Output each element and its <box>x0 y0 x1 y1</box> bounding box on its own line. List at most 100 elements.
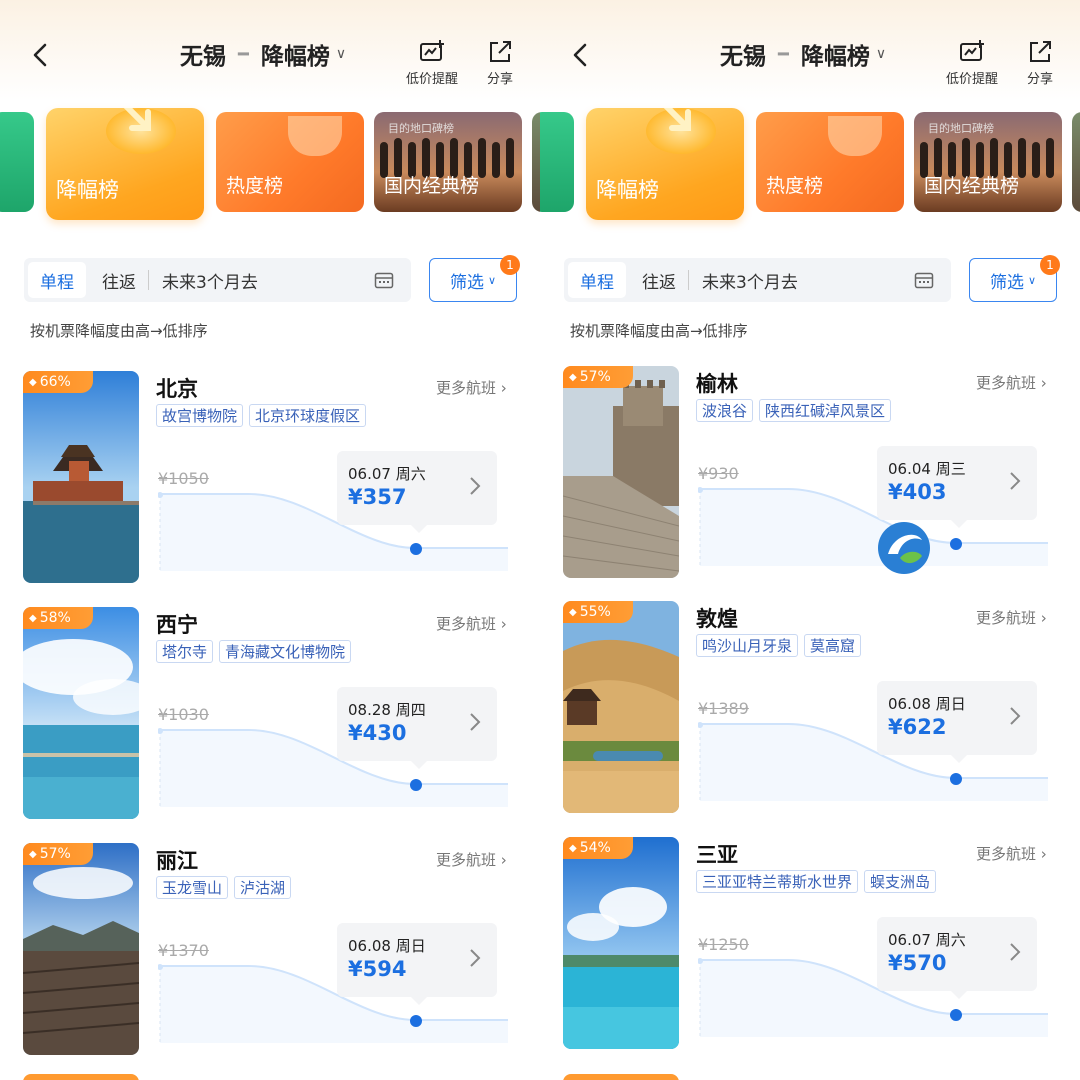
cup-icon <box>288 116 342 156</box>
destination-image <box>563 366 679 578</box>
date-range-selector[interactable]: 未来3个月去 <box>702 262 798 298</box>
board-name: 降幅榜 <box>800 44 870 70</box>
attraction-tags: 故宫博物院 北京环球度假区 <box>156 404 367 427</box>
destination-card[interactable]: ◆ 57% 榆林 更多航班 › 波浪谷 陕西红碱淖风景区 ¥930 06.04 周… <box>540 366 1080 582</box>
attraction-tags: 波浪谷 陕西红碱淖风景区 <box>696 399 892 422</box>
chevron-right-icon <box>470 949 481 967</box>
watermark-logo-icon <box>878 522 930 574</box>
lowest-price-bubble[interactable]: 06.08 周日 ¥622 <box>877 681 1037 763</box>
flight-date: 08.28 周四 <box>348 701 426 719</box>
rank-tab-next[interactable] <box>532 112 540 212</box>
destination-image <box>23 843 139 1055</box>
price-alert-button[interactable]: 低价提醒 <box>406 38 458 87</box>
calendar-icon[interactable] <box>374 271 394 289</box>
destination-card[interactable]: ◆ 57% 丽江 更多航班 › 玉龙雪山 泸沽湖 ¥1370 06.08 周日 ¥… <box>0 843 540 1059</box>
flight-date: 06.08 周日 <box>348 937 426 955</box>
date-range-selector[interactable]: 未来3个月去 <box>162 262 258 298</box>
origin-city: 无锡 <box>180 44 226 70</box>
more-flights-link[interactable]: 更多航班 › <box>436 849 507 870</box>
round-trip-tab[interactable]: 往返 <box>90 262 148 298</box>
destination-photo[interactable]: ◆ 57% <box>23 843 139 1055</box>
attraction-tag[interactable]: 北京环球度假区 <box>249 404 367 427</box>
flight-date: 06.04 周三 <box>888 460 966 478</box>
price-alert-button[interactable]: 低价提醒 <box>946 38 998 87</box>
chevron-right-icon <box>1010 707 1021 725</box>
lowest-price-bubble[interactable]: 06.04 周三 ¥403 <box>877 446 1037 528</box>
attraction-tag[interactable]: 塔尔寺 <box>156 640 214 663</box>
destination-card[interactable]: ◆ 54% 三亚 更多航班 › 三亚亚特兰蒂斯水世界 蜈支洲岛 ¥1250 06.… <box>540 837 1080 1053</box>
gem-icon: ◆ <box>569 371 577 383</box>
drop-percent-badge: ◆ 66% <box>23 371 93 393</box>
share-icon <box>1030 41 1051 62</box>
lowest-price: ¥622 <box>888 715 947 739</box>
rank-tab-previous[interactable] <box>540 112 574 212</box>
drop-percent-badge: ◆ 57% <box>563 366 633 388</box>
more-flights-link[interactable]: 更多航班 › <box>436 613 507 634</box>
rank-tab-classic[interactable]: 目的地口碑榜 国内经典榜 <box>374 112 522 212</box>
rank-tab-classic[interactable]: 目的地口碑榜 国内经典榜 <box>914 112 1062 212</box>
rank-tab-label: 热度榜 <box>226 175 284 197</box>
gem-icon: ◆ <box>29 612 37 624</box>
one-way-tab[interactable]: 单程 <box>568 262 626 298</box>
share-label: 分享 <box>486 72 513 87</box>
attraction-tag[interactable]: 波浪谷 <box>696 399 754 422</box>
round-trip-tab[interactable]: 往返 <box>630 262 688 298</box>
attraction-tag[interactable]: 莫高窟 <box>804 634 862 657</box>
rank-tab-drop[interactable]: 降幅榜 <box>586 108 744 220</box>
destination-photo[interactable]: ◆ 54% <box>563 837 679 1049</box>
flight-date: 06.07 周六 <box>888 931 966 949</box>
share-button[interactable]: 分享 <box>486 38 514 87</box>
attraction-tag[interactable]: 三亚亚特兰蒂斯水世界 <box>696 870 859 893</box>
attraction-tag[interactable]: 青海藏文化博物院 <box>219 640 352 663</box>
destination-card[interactable]: ◆ 66% 北京 更多航班 › 故宫博物院 北京环球度假区 ¥1050 06.07… <box>0 371 540 587</box>
destination-photo[interactable]: ◆ 55% <box>563 601 679 813</box>
attraction-tags: 鸣沙山月牙泉 莫高窟 <box>696 634 862 657</box>
back-button[interactable] <box>26 40 56 70</box>
board-selector[interactable]: 无锡 ━ 降幅榜 ∨ <box>720 36 886 72</box>
attraction-tag[interactable]: 陕西红碱淖风景区 <box>759 399 892 422</box>
chevron-down-icon: ∨ <box>1027 273 1037 287</box>
share-button[interactable]: 分享 <box>1026 38 1054 87</box>
gem-icon: ◆ <box>29 848 37 860</box>
lowest-price-bubble[interactable]: 06.08 周日 ¥594 <box>337 923 497 1005</box>
gem-icon: ◆ <box>569 606 577 618</box>
lowest-price-bubble[interactable]: 08.28 周四 ¥430 <box>337 687 497 769</box>
more-flights-link[interactable]: 更多航班 › <box>976 843 1047 864</box>
more-flights-link[interactable]: 更多航班 › <box>976 607 1047 628</box>
destination-photo[interactable]: ◆ 66% <box>23 371 139 583</box>
rank-tab-hot[interactable]: 热度榜 <box>756 112 904 212</box>
rank-tab-previous[interactable] <box>0 112 34 212</box>
rank-tab-next[interactable] <box>1072 112 1080 212</box>
destination-card[interactable]: ◆ 58% 西宁 更多航班 › 塔尔寺 青海藏文化博物院 ¥1030 08.28 … <box>0 607 540 823</box>
chevron-right-icon: › <box>1040 845 1047 863</box>
attraction-tag[interactable]: 蜈支洲岛 <box>864 870 937 893</box>
share-label: 分享 <box>1026 72 1053 87</box>
price-alert-icon <box>960 40 984 61</box>
calendar-icon[interactable] <box>914 271 934 289</box>
chevron-down-icon: ∨ <box>487 273 497 287</box>
attraction-tag[interactable]: 故宫博物院 <box>156 404 244 427</box>
more-flights-link[interactable]: 更多航班 › <box>976 372 1047 393</box>
attraction-tag[interactable]: 玉龙雪山 <box>156 876 229 899</box>
destination-photo[interactable]: ◆ 58% <box>23 607 139 819</box>
attraction-tag[interactable]: 鸣沙山月牙泉 <box>696 634 799 657</box>
destination-image <box>563 837 679 1049</box>
rank-tabs: 降幅榜 热度榜 目的地口碑榜 国内经典榜 <box>540 104 1080 224</box>
attraction-tag[interactable]: 泸沽湖 <box>234 876 292 899</box>
more-flights-link[interactable]: 更多航班 › <box>436 377 507 398</box>
chevron-right-icon: › <box>1040 374 1047 392</box>
lowest-price: ¥403 <box>888 480 947 504</box>
lowest-price-bubble[interactable]: 06.07 周六 ¥570 <box>877 917 1037 999</box>
flight-date: 06.07 周六 <box>348 465 426 483</box>
lowest-price-point <box>950 1009 962 1021</box>
board-selector[interactable]: 无锡 ━ 降幅榜 ∨ <box>180 36 346 72</box>
chevron-right-icon <box>470 477 481 495</box>
destination-card[interactable]: ◆ 55% 敦煌 更多航班 › 鸣沙山月牙泉 莫高窟 ¥1389 06.08 周日… <box>540 601 1080 817</box>
lowest-price-bubble[interactable]: 06.07 周六 ¥357 <box>337 451 497 533</box>
back-button[interactable] <box>566 40 596 70</box>
destination-photo[interactable]: ◆ 57% <box>563 366 679 578</box>
rank-tab-drop[interactable]: 降幅榜 <box>46 108 204 220</box>
one-way-tab[interactable]: 单程 <box>28 262 86 298</box>
rank-tab-hot[interactable]: 热度榜 <box>216 112 364 212</box>
drop-percent-badge: ◆ 55% <box>563 601 633 623</box>
